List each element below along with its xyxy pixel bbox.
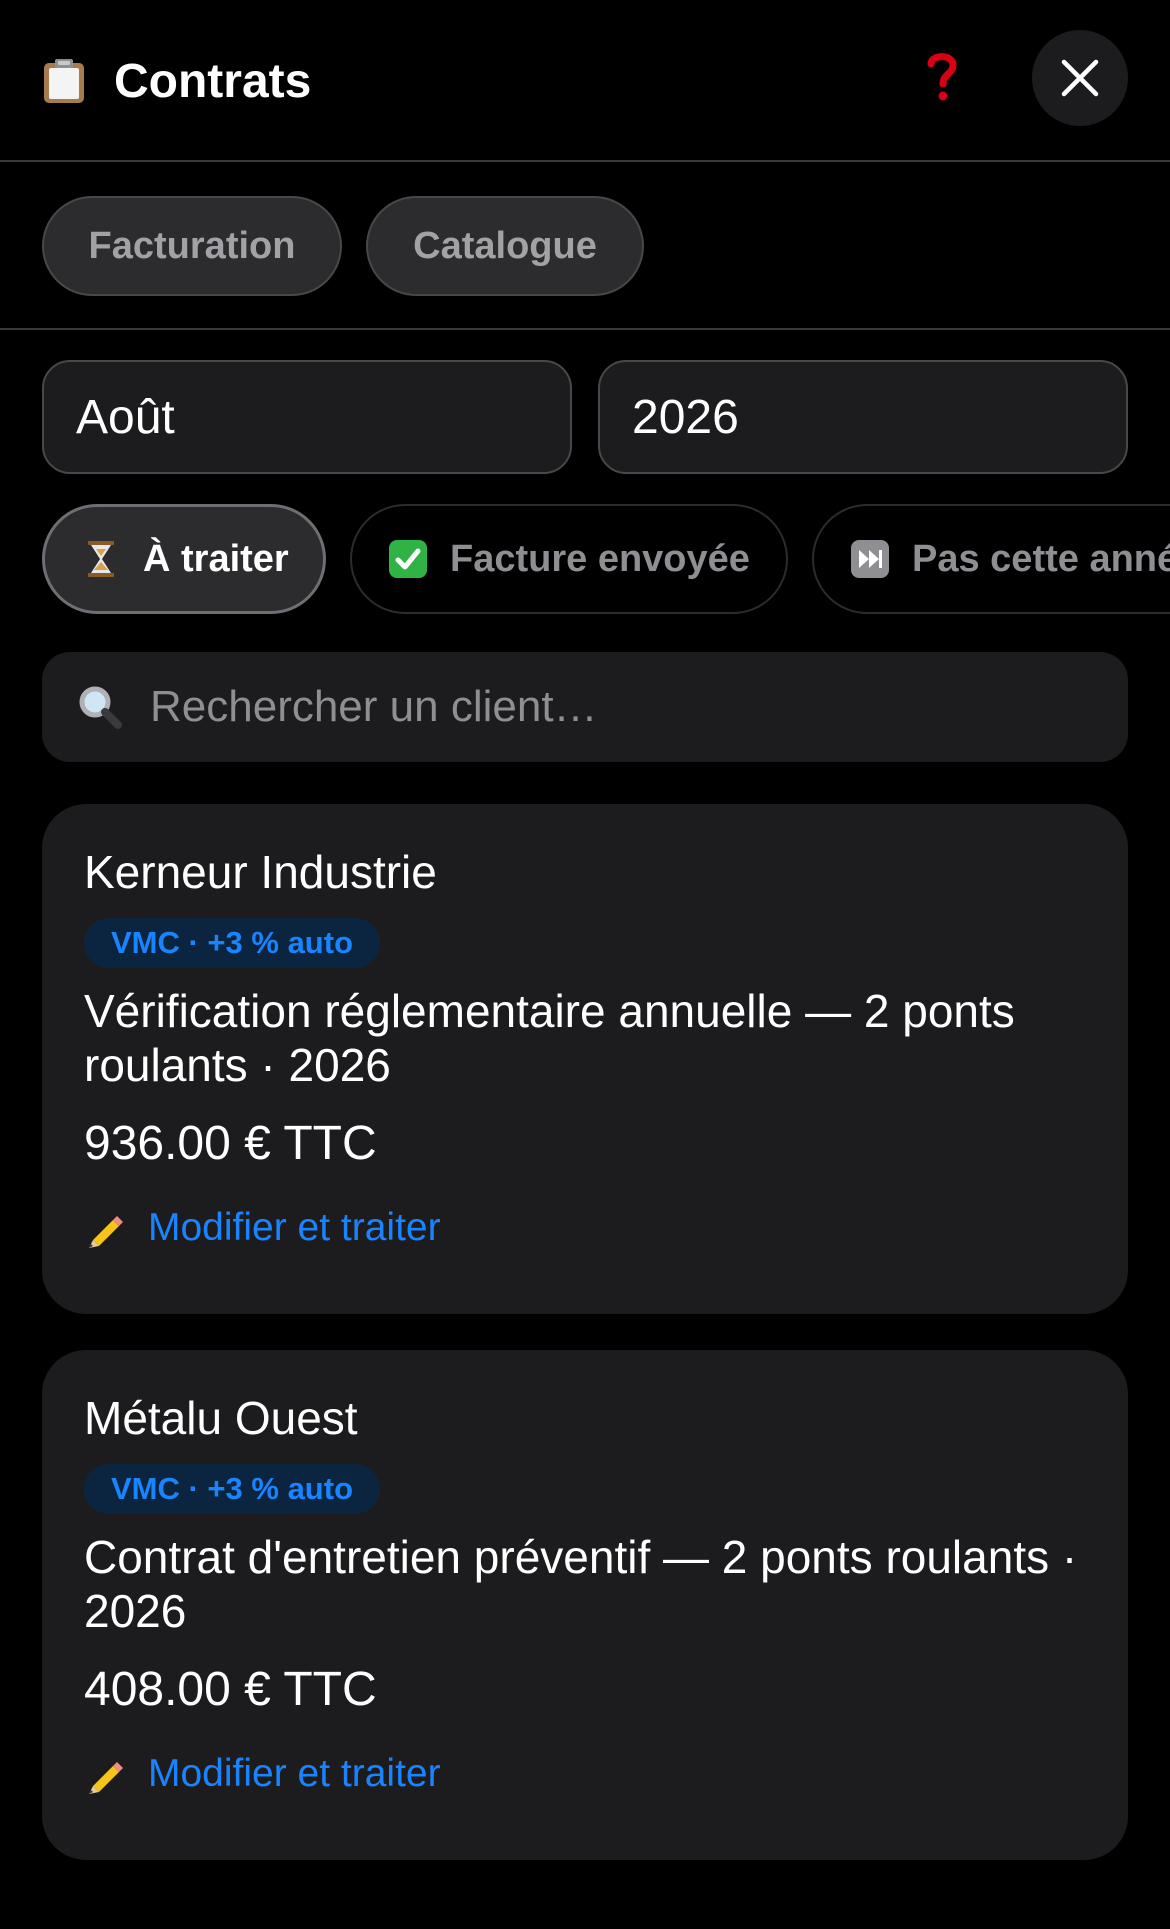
contract-description: Contrat d'entretien préventif — 2 ponts …	[84, 1531, 1078, 1637]
pencil-icon	[89, 1762, 123, 1794]
contract-card: Kerneur Industrie VMC · +3 % auto Vérifi…	[42, 804, 1128, 1314]
status-filter-row: À traiter Facture envoyée Pas cette anné…	[0, 504, 1170, 616]
pencil-icon	[89, 1216, 123, 1248]
tab-facturation[interactable]: Facturation	[42, 196, 342, 296]
close-icon	[1061, 59, 1099, 97]
tabs-bar: Facturation Catalogue	[0, 162, 1170, 330]
search-icon	[79, 686, 122, 729]
contract-amount: 936.00 € TTC	[84, 1117, 377, 1170]
action-label: Modifier et traiter	[148, 1206, 441, 1249]
contract-amount: 408.00 € TTC	[84, 1663, 377, 1716]
contract-badge: VMC · +3 % auto	[84, 918, 381, 968]
check-mark-icon	[389, 540, 427, 578]
year-select[interactable]: 2026	[598, 360, 1128, 474]
contract-card: Métalu Ouest VMC · +3 % auto Contrat d'e…	[42, 1350, 1128, 1860]
clipboard-icon	[44, 59, 84, 103]
month-select[interactable]: Août	[42, 360, 572, 474]
header: Contrats	[0, 0, 1170, 162]
filter-label: Pas cette année	[912, 537, 1170, 580]
edit-and-process-button[interactable]: Modifier et traiter	[84, 1752, 441, 1796]
filter-label: Facture envoyée	[450, 537, 750, 580]
next-track-icon	[851, 540, 889, 578]
page-title: Contrats	[114, 55, 312, 108]
filter-a-traiter[interactable]: À traiter	[42, 504, 326, 614]
close-button[interactable]	[1032, 30, 1128, 126]
hourglass-icon	[88, 541, 114, 577]
client-name: Métalu Ouest	[84, 1392, 358, 1444]
search-box	[42, 652, 1128, 762]
action-label: Modifier et traiter	[148, 1752, 441, 1795]
contract-badge: VMC · +3 % auto	[84, 1464, 381, 1514]
edit-and-process-button[interactable]: Modifier et traiter	[84, 1206, 441, 1250]
filter-facture-envoyee[interactable]: Facture envoyée	[350, 504, 788, 614]
client-name: Kerneur Industrie	[84, 846, 437, 898]
tab-catalogue[interactable]: Catalogue	[366, 196, 644, 296]
filter-label: À traiter	[143, 537, 289, 580]
contract-description: Vérification réglementaire annuelle — 2 …	[84, 985, 1015, 1091]
filter-pas-cette-annee[interactable]: Pas cette année	[812, 504, 1170, 614]
search-input[interactable]	[150, 682, 1050, 732]
question-mark-icon[interactable]	[922, 48, 962, 104]
